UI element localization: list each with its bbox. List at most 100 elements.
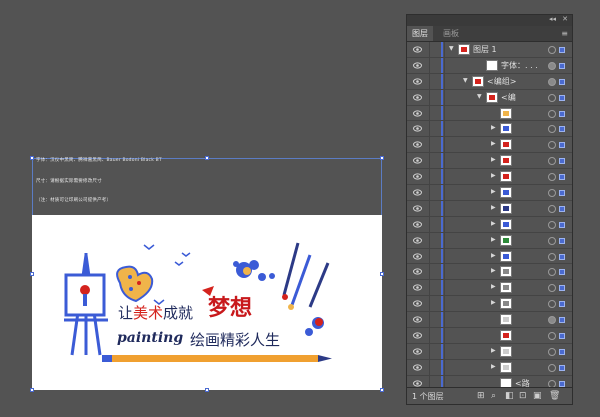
target-circle-icon[interactable] [548, 157, 556, 166]
selection-indicator[interactable] [559, 47, 565, 53]
selection-indicator[interactable] [559, 94, 565, 101]
disclosure-arrow-icon[interactable]: ▶ [491, 204, 496, 211]
selection-indicator[interactable] [559, 237, 565, 244]
target-circle-icon[interactable] [548, 236, 556, 245]
target-circle-icon[interactable] [548, 316, 556, 325]
layer-row[interactable]: ▶ [407, 121, 572, 138]
trash-icon[interactable]: 🗑 [549, 391, 560, 401]
eye-icon[interactable] [413, 252, 422, 260]
painting-illustration[interactable] [32, 215, 382, 390]
eye-icon[interactable] [413, 284, 422, 291]
disclosure-arrow-icon[interactable]: ▶ [491, 347, 496, 354]
layer-row[interactable]: ▶ [407, 264, 572, 281]
layer-name[interactable]: 图层 1 [473, 44, 497, 55]
selection-indicator[interactable] [559, 62, 565, 69]
spec-text-font[interactable]: 字体：汉仪中黑简、腾祥嘉黑简、Bauer Bodoni Black BT [36, 157, 162, 163]
selection-handle[interactable] [30, 156, 34, 160]
eye-icon[interactable] [413, 300, 422, 307]
selection-indicator[interactable] [559, 348, 565, 355]
eye-icon[interactable] [413, 348, 422, 355]
layer-row[interactable]: ▼ 图层 1 [407, 42, 572, 58]
target-circle-icon[interactable] [548, 93, 556, 102]
layer-row[interactable] [407, 312, 572, 329]
layer-row[interactable]: ▶ [407, 169, 572, 186]
selection-indicator[interactable] [559, 78, 565, 85]
disclosure-arrow-icon[interactable]: ▶ [491, 220, 496, 227]
selection-indicator[interactable] [559, 301, 565, 308]
eye-icon[interactable] [413, 109, 422, 117]
selection-indicator[interactable] [559, 142, 565, 149]
panel-titlebar[interactable]: ◂◂ ✕ [407, 15, 572, 26]
target-circle-icon[interactable] [548, 363, 556, 372]
target-circle-icon[interactable] [548, 347, 556, 356]
selection-indicator[interactable] [559, 174, 565, 181]
collapse-icon[interactable]: ◂◂ [549, 15, 556, 23]
target-circle-icon[interactable] [548, 300, 556, 309]
eye-icon[interactable] [413, 268, 422, 276]
eye-icon[interactable] [413, 125, 422, 133]
target-circle-icon[interactable] [548, 141, 556, 150]
selection-indicator[interactable] [559, 190, 565, 197]
selection-indicator[interactable] [559, 317, 565, 324]
eye-icon[interactable] [413, 46, 422, 53]
layer-row[interactable]: ▶ [407, 200, 572, 217]
layer-row[interactable]: ▶ [407, 232, 572, 249]
target-circle-icon[interactable] [548, 268, 556, 277]
eye-icon[interactable] [413, 94, 422, 101]
spec-text-note[interactable]: （注：材质可让印刷公司提供产考） [36, 197, 111, 203]
selection-indicator[interactable] [559, 126, 565, 133]
eye-icon[interactable] [413, 316, 422, 323]
selection-indicator[interactable] [559, 253, 565, 260]
layer-row[interactable]: ▶ [407, 137, 572, 154]
disclosure-arrow-icon[interactable]: ▶ [491, 188, 496, 195]
selection-indicator[interactable] [559, 364, 565, 371]
selection-indicator[interactable] [559, 221, 565, 228]
selection-handle[interactable] [380, 156, 384, 160]
layer-row[interactable]: ▶ [407, 248, 572, 265]
disclosure-arrow-icon[interactable]: ▶ [491, 267, 496, 274]
layer-name[interactable]: <编 [501, 92, 516, 103]
disclosure-arrow-icon[interactable]: ▶ [491, 363, 496, 370]
search-icon[interactable]: ⌕ [491, 391, 496, 401]
target-circle-icon[interactable] [548, 252, 556, 261]
layer-row[interactable]: ▶ [407, 153, 572, 170]
disclosure-arrow-icon[interactable]: ▶ [491, 124, 496, 131]
layer-row[interactable]: ▶ [407, 216, 572, 233]
eye-icon[interactable] [413, 173, 422, 180]
selection-indicator[interactable] [559, 333, 565, 340]
target-circle-icon[interactable] [548, 204, 556, 213]
eye-icon[interactable] [413, 189, 422, 196]
selection-indicator[interactable] [559, 205, 565, 212]
target-circle-icon[interactable] [548, 125, 556, 134]
selection-indicator[interactable] [559, 269, 565, 276]
layer-row[interactable]: ▶ [407, 296, 572, 313]
disclosure-arrow-icon[interactable]: ▼ [449, 45, 454, 52]
target-circle-icon[interactable] [548, 173, 556, 182]
layer-row[interactable]: ▼ <编组> [407, 73, 572, 90]
new-sublayer-icon[interactable]: ⊡ [519, 391, 527, 401]
export-icon[interactable]: ⊞ [477, 391, 485, 401]
spec-text-size[interactable]: 尺寸：请根据实际需要修改尺寸 [36, 178, 102, 184]
disclosure-arrow-icon[interactable]: ▶ [491, 283, 496, 290]
selection-indicator[interactable] [559, 380, 565, 387]
tab-artboards[interactable]: 画板 [438, 26, 464, 41]
eye-icon[interactable] [413, 221, 422, 228]
eye-icon[interactable] [413, 157, 422, 164]
eye-icon[interactable] [413, 141, 422, 148]
eye-icon[interactable] [413, 62, 422, 69]
panel-menu-icon[interactable]: ≡ [561, 29, 568, 38]
layer-row[interactable]: ▶ [407, 359, 572, 376]
new-layer-icon[interactable]: ▣ [533, 391, 542, 401]
layer-row[interactable] [407, 105, 572, 122]
target-circle-icon[interactable] [548, 189, 556, 198]
disclosure-arrow-icon[interactable]: ▶ [491, 299, 496, 306]
disclosure-arrow-icon[interactable]: ▶ [491, 252, 496, 259]
eye-icon[interactable] [413, 205, 422, 212]
target-circle-icon[interactable] [548, 220, 556, 229]
target-circle-icon[interactable] [548, 109, 556, 118]
disclosure-arrow-icon[interactable]: ▶ [491, 140, 496, 147]
target-circle-icon[interactable] [548, 284, 556, 293]
selection-handle[interactable] [205, 156, 209, 160]
target-circle-icon[interactable] [548, 61, 556, 70]
eye-icon[interactable] [413, 78, 422, 85]
